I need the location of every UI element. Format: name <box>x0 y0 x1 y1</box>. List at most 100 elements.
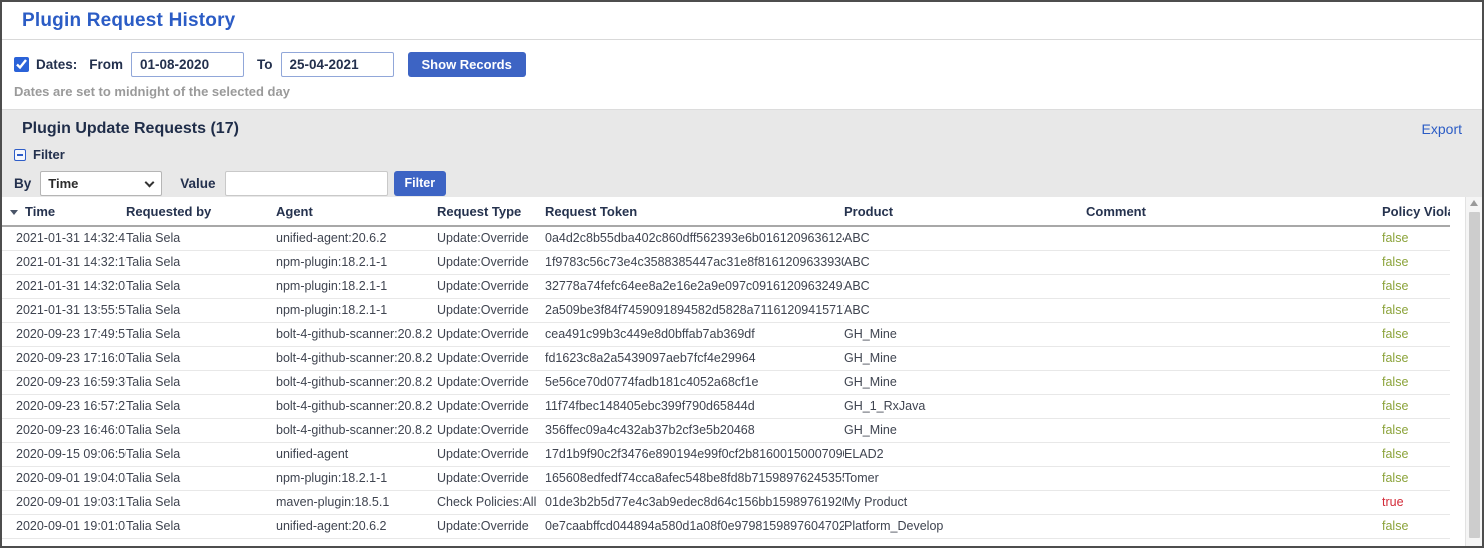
plugin-request-history-page: Plugin Request History Dates: From To Sh… <box>0 0 1484 548</box>
table-row[interactable]: 2021-01-31 14:32:19Talia Selanpm-plugin:… <box>2 250 1450 274</box>
from-date-input[interactable] <box>131 52 244 77</box>
table-cell: 11f74fbec148405ebc399f790d65844d <box>545 394 844 418</box>
filter-toggle[interactable]: Filter <box>14 147 1470 162</box>
table-cell: Update:Override <box>437 346 545 370</box>
table-cell: ABC <box>844 250 1086 274</box>
column-header-agent[interactable]: Agent <box>276 197 437 226</box>
column-header-request-type[interactable]: Request Type <box>437 197 545 226</box>
table-cell: bolt-4-github-scanner:20.8.2 <box>276 322 437 346</box>
scroll-up-icon[interactable] <box>1470 200 1478 206</box>
table-cell: false <box>1382 418 1450 442</box>
show-records-button[interactable]: Show Records <box>408 52 526 77</box>
table-cell: bolt-4-github-scanner:20.8.2 <box>276 370 437 394</box>
table-cell: My Product <box>844 490 1086 514</box>
column-header-comment[interactable]: Comment <box>1086 197 1382 226</box>
filter-value-label: Value <box>180 176 215 191</box>
table-row[interactable]: 2020-09-23 17:16:09Talia Selabolt-4-gith… <box>2 346 1450 370</box>
filter-button[interactable]: Filter <box>394 171 447 196</box>
table-cell: Talia Sela <box>126 490 276 514</box>
table-cell: GH_1_RxJava <box>844 394 1086 418</box>
table-row[interactable]: 2020-09-01 19:01:05Talia Selaunified-age… <box>2 514 1450 538</box>
filter-section-label: Filter <box>33 147 65 162</box>
sort-desc-icon <box>10 210 18 215</box>
filter-by-select-wrap: Time <box>40 171 162 196</box>
table-cell: 2021-01-31 14:32:19 <box>2 250 126 274</box>
from-label: From <box>89 57 123 72</box>
table-row[interactable]: 2020-09-01 19:04:08Talia Selanpm-plugin:… <box>2 466 1450 490</box>
table-row[interactable]: 2020-09-23 16:59:36Talia Selabolt-4-gith… <box>2 370 1450 394</box>
table-cell: bolt-4-github-scanner:20.8.2 <box>276 418 437 442</box>
table-cell: 2020-09-01 19:04:08 <box>2 466 126 490</box>
table-cell: Update:Override <box>437 298 545 322</box>
table-cell: Talia Sela <box>126 394 276 418</box>
table-cell: Talia Sela <box>126 226 276 250</box>
table-cell: bolt-4-github-scanner:20.8.2 <box>276 346 437 370</box>
table-row[interactable]: 2021-01-31 14:32:41Talia Selaunified-age… <box>2 226 1450 250</box>
table-cell: false <box>1382 346 1450 370</box>
table-cell: Update:Override <box>437 370 545 394</box>
table-cell: Update:Override <box>437 466 545 490</box>
table-row[interactable]: 2021-01-31 14:32:05Talia Selanpm-plugin:… <box>2 274 1450 298</box>
table-cell: Talia Sela <box>126 418 276 442</box>
to-label: To <box>257 57 273 72</box>
table-cell: ABC <box>844 274 1086 298</box>
table-cell: Talia Sela <box>126 274 276 298</box>
table-cell: Update:Override <box>437 442 545 466</box>
column-header-product[interactable]: Product <box>844 197 1086 226</box>
dates-checkbox[interactable] <box>14 57 29 72</box>
dates-row: Dates: From To Show Records <box>14 51 1470 77</box>
table-cell: npm-plugin:18.2.1-1 <box>276 298 437 322</box>
table-cell: Talia Sela <box>126 322 276 346</box>
column-header-request-token[interactable]: Request Token <box>545 197 844 226</box>
filter-value-input[interactable] <box>225 171 388 196</box>
table-cell: Update:Override <box>437 250 545 274</box>
export-link[interactable]: Export <box>1422 121 1462 137</box>
column-header-requested-by[interactable]: Requested by <box>126 197 276 226</box>
requests-table-area: TimeRequested byAgentRequest TypeRequest… <box>2 197 1482 546</box>
table-cell: false <box>1382 394 1450 418</box>
table-cell: 2021-01-31 14:32:05 <box>2 274 126 298</box>
table-cell <box>1086 250 1382 274</box>
table-cell: Check Policies:All <box>437 490 545 514</box>
table-cell: 2020-09-23 16:57:22 <box>2 394 126 418</box>
column-header-time[interactable]: Time <box>2 197 126 226</box>
table-cell: unified-agent:20.6.2 <box>276 226 437 250</box>
table-cell: Talia Sela <box>126 346 276 370</box>
table-row[interactable]: 2020-09-23 17:49:57Talia Selabolt-4-gith… <box>2 322 1450 346</box>
table-cell: Platform_Develop <box>844 514 1086 538</box>
table-row[interactable]: 2020-09-15 09:06:50Talia Selaunified-age… <box>2 442 1450 466</box>
panel-title-row: Plugin Update Requests (17) Export <box>14 120 1470 138</box>
table-cell: false <box>1382 226 1450 250</box>
table-cell: 2020-09-23 16:46:05 <box>2 418 126 442</box>
table-cell: ABC <box>844 298 1086 322</box>
plugin-update-requests-panel: Plugin Update Requests (17) Export Filte… <box>2 109 1482 197</box>
table-cell: bolt-4-github-scanner:20.8.2 <box>276 394 437 418</box>
filter-by-select[interactable]: Time <box>40 171 162 196</box>
requests-table: TimeRequested byAgentRequest TypeRequest… <box>2 197 1450 539</box>
table-cell: 356ffec09a4c432ab37b2cf3e5b20468 <box>545 418 844 442</box>
table-cell: 5e56ce70d0774fadb181c4052a68cf1e <box>545 370 844 394</box>
collapse-minus-icon[interactable] <box>14 149 26 161</box>
scrollbar-thumb[interactable] <box>1469 212 1480 538</box>
table-cell <box>1086 394 1382 418</box>
table-row[interactable]: 2020-09-23 16:46:05Talia Selabolt-4-gith… <box>2 418 1450 442</box>
table-cell: Update:Override <box>437 418 545 442</box>
table-cell: GH_Mine <box>844 418 1086 442</box>
table-cell <box>1086 466 1382 490</box>
table-row[interactable]: 2020-09-23 16:57:22Talia Selabolt-4-gith… <box>2 394 1450 418</box>
table-cell: Update:Override <box>437 514 545 538</box>
filter-controls: By Time Value Filter <box>14 170 1470 196</box>
table-row[interactable]: 2021-01-31 13:55:58Talia Selanpm-plugin:… <box>2 298 1450 322</box>
vertical-scrollbar[interactable] <box>1465 197 1482 546</box>
column-header-policy-violat[interactable]: Policy Violat... <box>1382 197 1450 226</box>
table-cell <box>1086 346 1382 370</box>
table-row[interactable]: 2020-09-01 19:03:12Talia Selamaven-plugi… <box>2 490 1450 514</box>
table-cell: false <box>1382 274 1450 298</box>
table-cell: 2020-09-15 09:06:50 <box>2 442 126 466</box>
table-cell: Update:Override <box>437 322 545 346</box>
table-cell: GH_Mine <box>844 370 1086 394</box>
filter-by-label: By <box>14 176 31 191</box>
table-cell: 2020-09-01 19:03:12 <box>2 490 126 514</box>
to-date-input[interactable] <box>281 52 394 77</box>
table-cell: maven-plugin:18.5.1 <box>276 490 437 514</box>
